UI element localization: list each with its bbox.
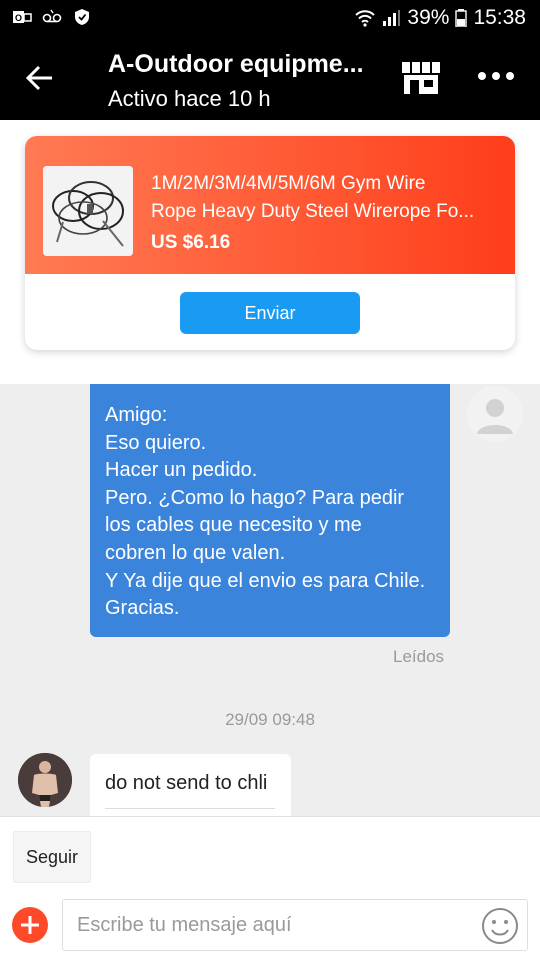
message-line: Pero. ¿Como lo hago? Para pedir xyxy=(105,486,405,509)
read-status: Leídos xyxy=(393,647,445,666)
message-line: Y Ya dije que el envio es para Chile. xyxy=(105,569,426,592)
emoji-button[interactable] xyxy=(480,906,520,946)
product-title[interactable]: 1M/2M/3M/4M/5M/6M Gym Wire Rope Heavy Du… xyxy=(151,170,497,226)
more-horizontal-icon xyxy=(478,72,486,80)
product-area: 1M/2M/3M/4M/5M/6M Gym Wire Rope Heavy Du… xyxy=(0,120,540,384)
incoming-message-bubble[interactable]: do not send to chli xyxy=(90,754,291,816)
plus-icon xyxy=(21,916,39,934)
message-line: cobren lo que valen. xyxy=(105,541,286,564)
message-input[interactable] xyxy=(62,899,528,951)
incoming-message-text: do not send to chli xyxy=(105,772,268,794)
product-banner[interactable]: 1M/2M/3M/4M/5M/6M Gym Wire Rope Heavy Du… xyxy=(25,136,515,274)
status-system: 39% 15:38 xyxy=(355,6,526,30)
last-active-status: Activo hace 10 h xyxy=(108,86,271,111)
store-name[interactable]: A-Outdoor equipme... xyxy=(108,50,373,79)
seller-avatar[interactable] xyxy=(18,753,72,807)
battery-percent: 39% xyxy=(407,6,450,29)
message-line: Amigo: xyxy=(105,404,168,426)
voicemail-icon xyxy=(42,9,62,23)
message-timestamp: 29/09 09:48 xyxy=(225,710,315,729)
status-notifications: O xyxy=(12,8,92,26)
signal-icon xyxy=(383,10,401,26)
follow-button[interactable]: Seguir xyxy=(13,831,91,883)
wifi-icon xyxy=(355,10,376,27)
chat-header: A-Outdoor equipme... Activo hace 10 h xyxy=(0,36,540,120)
status-bar: O 39% 15:38 xyxy=(0,0,540,36)
send-product-button[interactable]: Enviar xyxy=(180,292,360,334)
product-card[interactable]: 1M/2M/3M/4M/5M/6M Gym Wire Rope Heavy Du… xyxy=(25,136,515,350)
product-thumbnail[interactable] xyxy=(43,166,133,256)
shield-icon xyxy=(75,9,89,25)
message-line: Eso quiero. xyxy=(105,431,207,454)
product-title-line-2: Rope Heavy Duty Steel Wirerope Fo... xyxy=(151,201,475,222)
product-title-line-1: 1M/2M/3M/4M/5M/6M Gym Wire xyxy=(151,173,426,194)
attach-button[interactable] xyxy=(12,907,48,943)
clock-time: 15:38 xyxy=(473,6,526,29)
wire-rope-image xyxy=(43,166,133,256)
message-line: Gracias. xyxy=(105,597,180,620)
message-line: los cables que necesito y me xyxy=(105,514,362,537)
svg-text:O: O xyxy=(15,13,22,23)
outgoing-message-bubble[interactable]: Amigo: Eso quiero. Hacer un pedido. Pero… xyxy=(90,384,450,637)
my-avatar[interactable] xyxy=(467,386,523,442)
bubble-divider xyxy=(105,808,275,809)
back-button[interactable] xyxy=(22,60,58,96)
arrow-left-icon xyxy=(25,65,52,91)
product-price: US $6.16 xyxy=(151,232,231,253)
more-options-button[interactable] xyxy=(478,66,518,86)
battery-icon xyxy=(455,9,468,27)
store-icon xyxy=(402,62,440,94)
message-line: Hacer un pedido. xyxy=(105,459,258,482)
outlook-icon: O xyxy=(13,11,32,23)
composer-area: Seguir xyxy=(0,816,540,960)
store-button[interactable] xyxy=(400,60,442,96)
seller-photo xyxy=(18,753,72,807)
user-placeholder-icon xyxy=(477,399,513,434)
smiley-icon xyxy=(482,908,518,944)
